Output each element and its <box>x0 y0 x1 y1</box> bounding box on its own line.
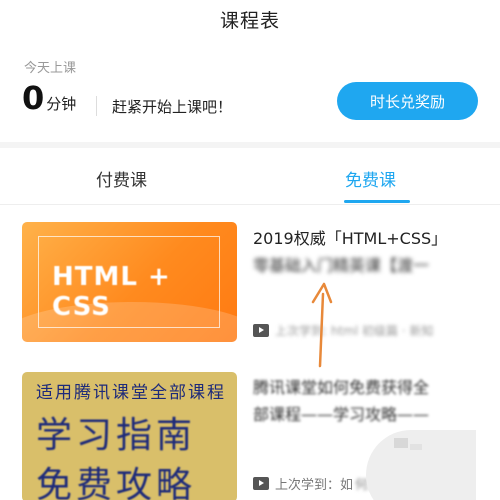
study-minutes: 0 分钟 <box>22 82 76 114</box>
play-icon <box>253 324 269 337</box>
course-thumbnail-guide[interactable]: 适用腾讯课堂全部课程 学习指南 免费攻略 <box>22 372 237 500</box>
start-hint: 赶紧开始上课吧！ <box>112 98 233 116</box>
course-title-line: 腾讯课堂如何免费获得全 <box>253 378 430 397</box>
page-title: 课程表 <box>219 10 280 32</box>
course-title-line: 2019权威「HTML+CSS」 <box>253 229 448 248</box>
course-thumbnail-html-css[interactable]: HTML + CSS <box>22 222 237 342</box>
course-title-line: 零基础入门精英课【渡一 <box>253 256 430 275</box>
tab-divider <box>0 204 500 205</box>
floating-button-decoration <box>394 438 408 448</box>
minutes-unit: 分钟 <box>46 95 77 113</box>
course-title[interactable]: 2019权威「HTML+CSS」 零基础入门精英课【渡一 <box>253 225 485 279</box>
last-watched-text: 上次学到：如 <box>275 478 354 493</box>
course-progress: 上次学到: html 初级篇 · 新知 <box>253 322 433 339</box>
minutes-value: 0 <box>22 79 45 117</box>
redeem-reward-button[interactable]: 时长兑奖励 <box>337 82 478 120</box>
play-icon <box>253 477 269 490</box>
tab-paid-courses[interactable]: 付费课 <box>96 166 147 191</box>
thumbnail-text: 免费攻略 <box>36 465 197 500</box>
active-tab-indicator <box>344 200 410 203</box>
today-label: 今天上课 <box>24 61 77 76</box>
thumbnail-text: 学习指南 <box>36 415 197 456</box>
floating-button[interactable] <box>366 430 476 500</box>
divider <box>96 96 97 116</box>
course-title[interactable]: 腾讯课堂如何免费获得全 部课程——学习攻略—— <box>253 374 485 428</box>
top-bar: 课程表 <box>0 0 500 40</box>
course-title-line: 部课程——学习攻略—— <box>253 405 430 424</box>
thumbnail-text: 适用腾讯课堂全部课程 <box>36 383 226 403</box>
section-gap <box>0 142 500 148</box>
last-watched-text: 上次学到: html 初级篇 · 新知 <box>275 324 434 338</box>
floating-button-decoration <box>410 444 422 450</box>
tab-free-courses[interactable]: 免费课 <box>345 166 396 191</box>
thumbnail-text: HTML + CSS <box>52 262 171 322</box>
